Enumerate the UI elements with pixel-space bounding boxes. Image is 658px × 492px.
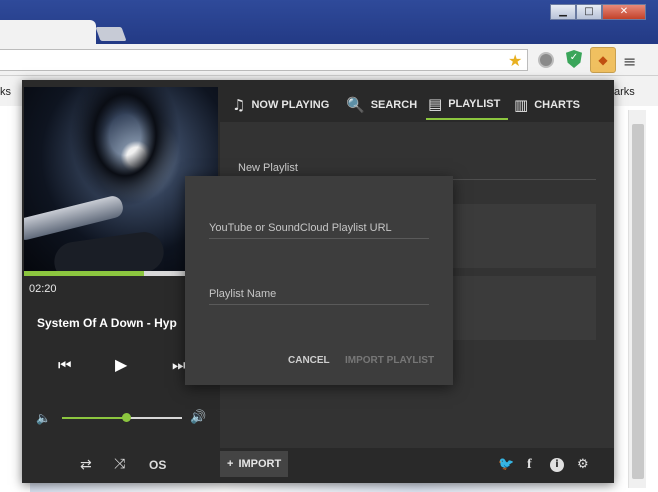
maximize-button[interactable]: □ [576,4,602,20]
video-arm [51,229,167,271]
progress-fill [24,271,145,276]
twitter-icon[interactable]: 🐦 [498,457,514,472]
play-icon[interactable]: ▶ [115,355,127,374]
browser-toolbar: ★ ✓ ◆ ≡ [0,44,658,76]
music-note-icon: ♫ [232,96,246,114]
elapsed-time: 02:20 [29,283,57,295]
tab-search-label: SEARCH [370,99,418,111]
address-bar[interactable] [0,49,528,71]
panel-footer: + IMPORT 🐦 f i ⚙ [220,448,614,483]
charts-icon: ▥ [514,96,529,114]
minimize-button[interactable]: ▁ [550,4,576,20]
scrollbar-thumb[interactable] [632,124,644,479]
import-playlist-button[interactable]: IMPORT PLAYLIST [345,355,434,366]
extension-icon[interactable] [538,52,554,68]
volume-low-icon[interactable]: 🔈 [36,411,51,425]
repeat-icon[interactable]: ⇄ [80,457,92,473]
playlist-icon: ▤ [428,95,443,113]
lastfm-icon[interactable]: OS [149,458,166,472]
page-thumbnail-strip [30,482,610,492]
info-icon[interactable]: i [550,458,564,472]
playlist-name-field[interactable]: Playlist Name [209,288,276,300]
tab-now-playing-label: NOW PLAYING [251,99,330,111]
title-bar: ✕ ▁ □ ✕ [0,0,658,58]
tab-charts[interactable]: ▥ CHARTS [514,90,580,120]
browser-tab[interactable]: ✕ [0,20,96,58]
import-button[interactable]: + IMPORT [220,451,289,477]
video-figure [70,87,180,207]
volume-knob[interactable] [121,413,131,422]
chrome-menu-icon[interactable]: ≡ [623,52,636,71]
cancel-button[interactable]: CANCEL [288,355,330,366]
playlist-card[interactable] [444,204,596,268]
previous-icon[interactable]: ⏮ [58,356,72,374]
search-icon: 🔍 [346,96,365,114]
main-nav: ♫ NOW PLAYING 🔍 SEARCH ▤ PLAYLIST ▥ CHAR… [220,80,614,122]
import-button-label: IMPORT [238,458,282,470]
shuffle-icon[interactable]: ⤨ [114,456,125,472]
next-icon[interactable]: ⏭ [172,356,186,374]
volume-fill [62,417,126,419]
volume-high-icon[interactable]: 🔊 [190,410,206,425]
shield-extension-icon[interactable]: ✓ [566,50,582,68]
tab-playlist-label: PLAYLIST [448,98,501,110]
import-playlist-dialog: YouTube or SoundCloud Playlist URL Playl… [185,176,453,385]
close-window-button[interactable]: ✕ [602,4,646,20]
new-tab-button[interactable] [95,27,127,41]
tab-search[interactable]: 🔍 SEARCH [346,90,417,120]
playlist-name-underline [209,304,429,305]
playlist-url-underline [209,238,429,239]
new-playlist-input[interactable]: New Playlist [238,162,298,174]
other-bookmarks[interactable]: arks [614,86,635,98]
settings-icon[interactable]: ⚙ [577,457,589,472]
facebook-icon[interactable]: f [527,457,532,473]
bookmark-star-icon[interactable]: ★ [508,51,522,70]
tab-now-playing[interactable]: ♫ NOW PLAYING [232,90,329,120]
window-controls: ▁ □ ✕ [550,4,646,20]
page-scrollbar[interactable] [628,110,646,488]
volume-slider[interactable] [62,413,182,422]
playlist-url-field[interactable]: YouTube or SoundCloud Playlist URL [209,222,392,234]
tab-playlist[interactable]: ▤ PLAYLIST [426,90,509,120]
browser-window: ✕ ▁ □ ✕ ★ ✓ ◆ ≡ ks arks [0,0,658,492]
playlist-card[interactable] [444,276,596,340]
player-extension-icon[interactable]: ◆ [590,47,616,73]
tab-charts-label: CHARTS [534,99,581,111]
plus-icon: + [227,458,234,470]
bookmark-item[interactable]: ks [0,86,11,98]
